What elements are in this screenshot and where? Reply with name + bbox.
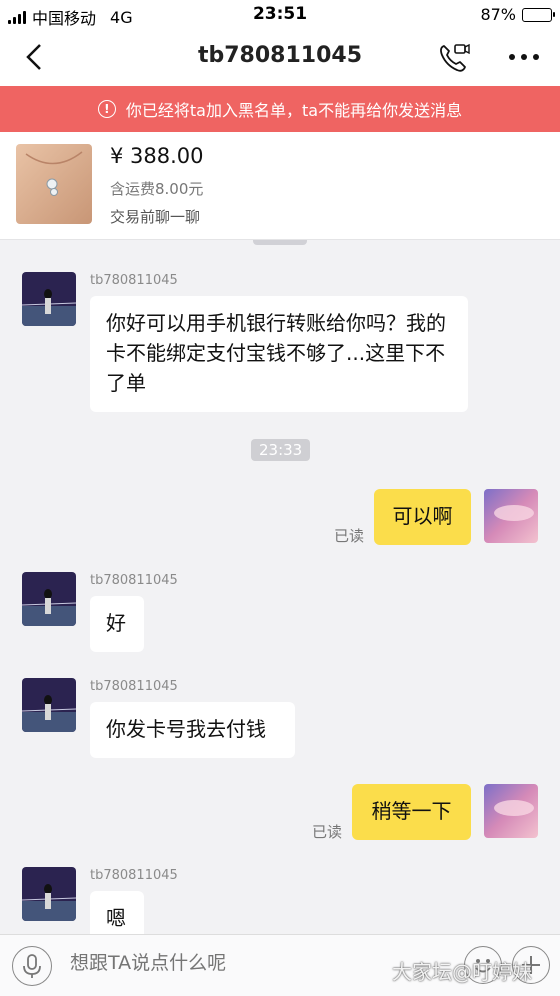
- clock: 23:51: [252, 4, 308, 24]
- sender-name: tb780811045: [90, 679, 178, 694]
- microphone-icon[interactable]: [12, 946, 52, 986]
- scroll-indicator: [253, 240, 307, 245]
- read-receipt: 已读: [312, 823, 343, 841]
- avatar[interactable]: [484, 489, 538, 543]
- blacklist-banner: ! 你已经将ta加入黑名单，ta不能再给你发送消息: [0, 86, 560, 132]
- message-bubble[interactable]: 可以啊: [374, 489, 471, 545]
- sender-name: tb780811045: [90, 868, 178, 883]
- more-options-icon[interactable]: [504, 42, 544, 72]
- avatar[interactable]: [22, 867, 76, 921]
- timestamp: 23:33: [251, 439, 311, 461]
- phone-video-icon[interactable]: [436, 40, 472, 76]
- sender-name: tb780811045: [90, 573, 178, 588]
- product-price: ¥ 388.00: [110, 144, 204, 168]
- nav-bar: tb780811045: [0, 30, 560, 86]
- banner-text: 你已经将ta加入黑名单，ta不能再给你发送消息: [125, 101, 463, 120]
- message-bubble[interactable]: 你发卡号我去付钱: [90, 702, 295, 758]
- watermark: 大家坛@叮婷妹: [392, 960, 532, 984]
- chat-label: 交易前聊一聊: [110, 208, 201, 226]
- message-bubble[interactable]: 好: [90, 596, 144, 652]
- avatar[interactable]: [22, 272, 76, 326]
- avatar[interactable]: [22, 678, 76, 732]
- avatar[interactable]: [484, 784, 538, 838]
- page-title: tb780811045: [197, 43, 363, 68]
- battery-percent: 87%: [480, 5, 516, 24]
- product-thumbnail[interactable]: [16, 144, 92, 224]
- avatar[interactable]: [22, 572, 76, 626]
- message-bubble[interactable]: 你好可以用手机银行转账给你吗？我的卡不能绑定支付宝钱不够了...这里下不了单: [90, 296, 468, 412]
- shipping-fee: 含运费8.00元: [110, 180, 204, 198]
- message-bubble[interactable]: 稍等一下: [352, 784, 471, 840]
- info-icon: !: [97, 100, 116, 118]
- product-card[interactable]: ¥ 388.00 含运费8.00元 交易前聊一聊: [0, 132, 560, 240]
- sender-name: tb780811045: [90, 273, 178, 288]
- status-bar: 中国移动 4G 23:51 87%: [0, 0, 560, 30]
- back-icon[interactable]: [18, 40, 52, 74]
- status-right: 87%: [480, 5, 555, 24]
- read-receipt: 已读: [334, 527, 365, 545]
- battery-icon: [522, 7, 555, 22]
